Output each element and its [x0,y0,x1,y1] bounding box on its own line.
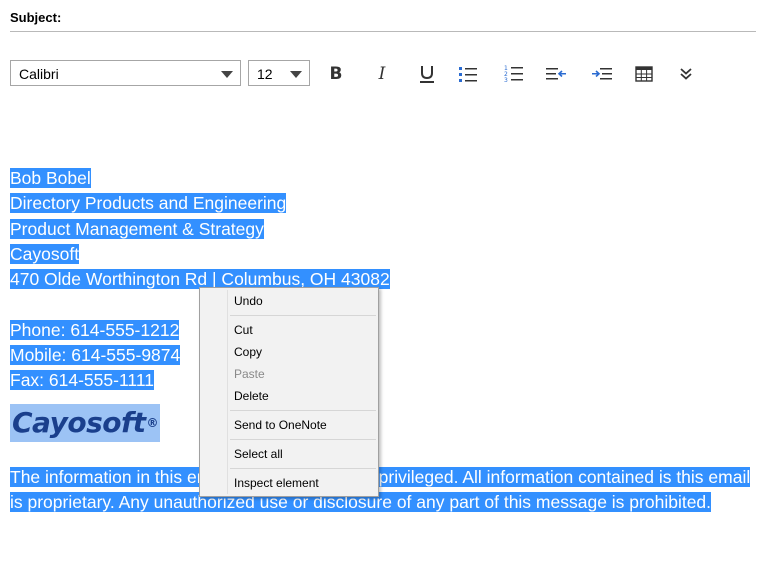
chevron-down-icon [221,71,233,78]
subject-label: Subject: [10,10,62,25]
underline-button[interactable] [413,60,441,88]
chevron-down-icon [290,71,302,78]
menu-separator [230,468,376,469]
italic-button[interactable]: I [368,60,396,88]
company-logo: Cayosoft® [10,403,161,442]
font-family-select[interactable]: Calibri [10,60,241,86]
bold-icon: B [329,64,343,84]
signature-mobile: Mobile: 614-555-9874 [10,345,181,366]
decrease-indent-button[interactable] [542,60,570,88]
menu-item-copy[interactable]: Copy [200,341,378,363]
numbered-list-button[interactable]: 1 2 3 [500,60,528,88]
increase-indent-icon [592,68,612,80]
menu-item-cut[interactable]: Cut [200,319,378,341]
font-family-value: Calibri [19,66,59,82]
bulleted-list-icon [459,67,477,82]
font-size-value: 12 [257,66,273,82]
menu-item-inspect-element[interactable]: Inspect element [200,472,378,494]
menu-separator [230,410,376,411]
signature-name: Bob Bobel [10,168,91,188]
menu-item-delete[interactable]: Delete [200,385,378,407]
menu-separator [230,315,376,316]
bulleted-list-button[interactable] [454,60,482,88]
logo-text: Cayosoft [12,405,146,439]
signature-department: Product Management & Strategy [10,218,264,239]
svg-text:3: 3 [504,77,508,84]
decrease-indent-icon [546,68,566,80]
underline-icon [420,66,434,83]
increase-indent-button[interactable] [588,60,616,88]
menu-item-paste: Paste [234,367,265,381]
numbered-list-icon: 1 2 3 [504,65,523,84]
message-body[interactable]: Bob Bobel Directory Products and Enginee… [10,166,754,515]
more-options-icon [680,68,692,80]
bold-button[interactable]: B [322,60,350,88]
menu-item-undo[interactable]: Undo [200,290,378,312]
more-options-button[interactable] [672,60,700,88]
subject-row: Subject: [10,10,756,32]
menu-item-select-all[interactable]: Select all [200,443,378,465]
context-menu: Undo Cut Copy Paste Delete Send to OneNo… [199,287,379,497]
menu-item-send-to-onenote[interactable]: Send to OneNote [200,414,378,436]
insert-table-button[interactable] [630,60,658,88]
signature-title: Directory Products and Engineering [10,193,287,214]
subject-input[interactable] [76,10,756,30]
signature-disclaimer: The information in this email is confide… [10,466,751,512]
italic-icon: I [378,64,386,84]
table-icon [635,66,653,82]
signature-phone: Phone: 614-555-1212 [10,319,180,340]
signature-company: Cayosoft [10,243,80,264]
signature-fax: Fax: 614-555-1111 [10,370,154,391]
menu-separator [230,439,376,440]
font-size-select[interactable]: 12 [248,60,310,86]
registered-mark: ® [146,415,159,430]
